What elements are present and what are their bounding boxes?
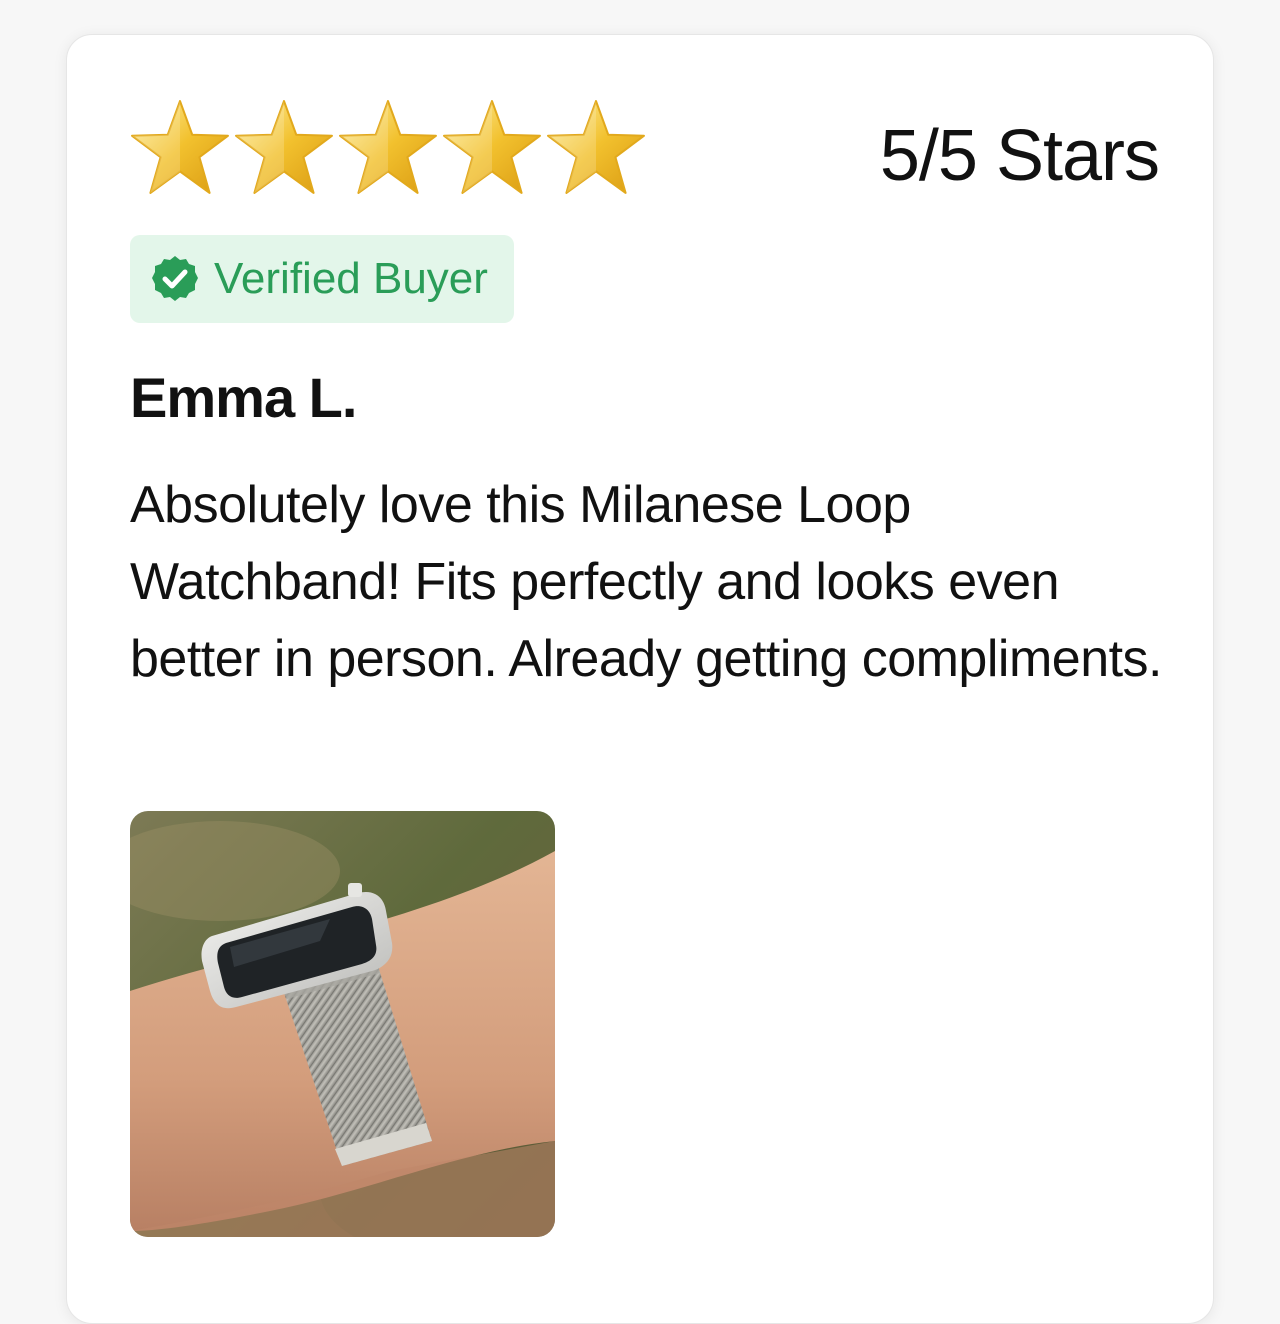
- review-body: Absolutely love this Milanese Loop Watch…: [130, 476, 1163, 688]
- rating-text: 5/5 Stars: [879, 116, 1160, 196]
- review-photo[interactable]: [130, 811, 555, 1237]
- star-icon: [443, 100, 541, 194]
- check-circle-icon: [152, 256, 198, 301]
- star-icon: [339, 100, 437, 194]
- watch-on-wrist-image: [130, 811, 555, 1237]
- badge-label: Verified Buyer: [214, 254, 488, 303]
- star-rating: [129, 97, 647, 199]
- star-icon: [131, 100, 229, 194]
- verified-buyer-badge: Verified Buyer: [130, 235, 514, 323]
- star-icon: [547, 100, 645, 194]
- review-card: 5/5 Stars Verified Buyer Emma L. Absolut…: [66, 34, 1214, 1324]
- reviewer-name: Emma L.: [130, 366, 357, 429]
- star-icon: [235, 100, 333, 194]
